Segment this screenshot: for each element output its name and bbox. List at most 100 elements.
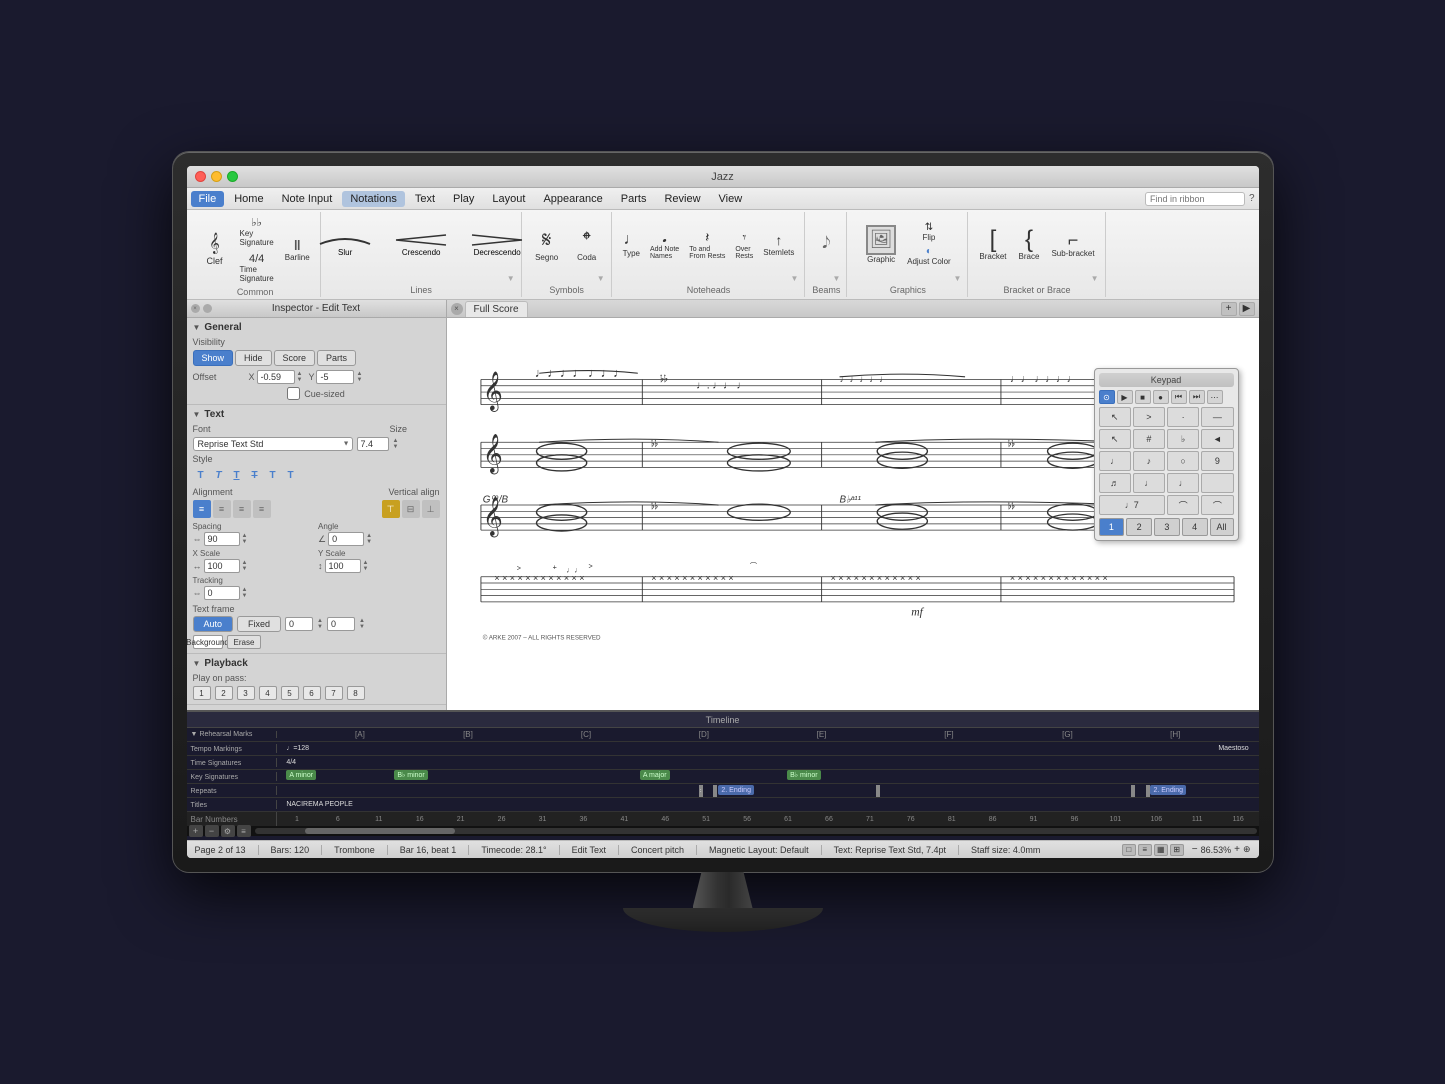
kp-btn-whole[interactable]: ○ — [1167, 451, 1199, 471]
pass-btn-2[interactable]: 2 — [215, 686, 233, 700]
score-content[interactable]: 𝄞 ♩♩♩♩ ♩♩♩ 𝄬𝄬 ♩. ♩♩ ♩ — [447, 318, 1259, 710]
view-mode-1-btn[interactable]: □ — [1122, 844, 1136, 856]
lines-expand-icon[interactable]: ▼ — [507, 274, 515, 283]
score-scroll-right-btn[interactable]: ▶ — [1239, 302, 1255, 316]
offset-y-input[interactable] — [316, 370, 354, 384]
inspector-close-btn[interactable]: × — [191, 304, 200, 313]
kp-btn-curve2[interactable]: ⌒ — [1201, 495, 1233, 515]
pass-btn-7[interactable]: 7 — [325, 686, 343, 700]
noteheads-expand-icon[interactable]: ▼ — [790, 274, 798, 283]
ribbon-search-input[interactable] — [1145, 192, 1245, 206]
y-scale-stepper[interactable]: ▲ ▼ — [363, 560, 369, 572]
kp-btn-quarter[interactable]: ♩ — [1099, 451, 1131, 471]
ribbon-btn-type[interactable]: ♩ Type — [619, 228, 644, 261]
menu-home[interactable]: Home — [226, 191, 271, 207]
kp-btn-note3[interactable]: ♩ — [1167, 473, 1199, 493]
align-left-btn[interactable]: ≡ — [193, 500, 211, 518]
ribbon-btn-clef[interactable]: 𝄞 Clef — [197, 230, 233, 269]
frame-fixed-btn[interactable]: Fixed — [237, 616, 281, 632]
score-tab-full-score[interactable]: Full Score — [465, 301, 528, 317]
menu-view[interactable]: View — [711, 191, 751, 207]
kp-all-btn[interactable]: All — [1210, 518, 1234, 536]
background-btn[interactable]: Background — [193, 635, 223, 649]
vert-align-mid-btn[interactable]: ⊟ — [402, 500, 420, 518]
style-underline-btn[interactable]: T — [229, 467, 245, 483]
menu-notations[interactable]: Notations — [342, 191, 404, 207]
tracking-input[interactable] — [204, 586, 240, 600]
menu-parts[interactable]: Parts — [613, 191, 655, 207]
spacing-input[interactable] — [204, 532, 240, 546]
menu-appearance[interactable]: Appearance — [535, 191, 610, 207]
kp-btn-gt[interactable]: > — [1133, 407, 1165, 427]
style-strikethrough-btn[interactable]: T — [247, 467, 263, 483]
kp-btn-back[interactable]: ◄ — [1201, 429, 1233, 449]
kp-ff-icon[interactable]: ⏭ — [1189, 390, 1205, 404]
timeline-remove-btn[interactable]: − — [205, 825, 219, 837]
help-icon[interactable]: ? — [1249, 193, 1255, 204]
kp-btn-arrow[interactable]: ↖ — [1099, 429, 1131, 449]
menu-play[interactable]: Play — [445, 191, 482, 207]
ribbon-btn-bracket[interactable]: [ Bracket — [975, 225, 1010, 264]
close-button[interactable] — [195, 171, 206, 182]
frame-height-input[interactable] — [327, 617, 355, 631]
ribbon-btn-add-note-names[interactable]: 𝅘 Add NoteNames — [646, 226, 683, 263]
ribbon-btn-coda[interactable]: 𝄌 Coda — [569, 224, 605, 265]
vert-align-top-btn[interactable]: ⊤ — [382, 500, 400, 518]
score-add-btn[interactable]: + — [1221, 302, 1237, 316]
kp-btn-note1[interactable]: ♬ — [1099, 473, 1131, 493]
ribbon-btn-flip[interactable]: ⇅ Flip — [904, 221, 954, 243]
ribbon-btn-time-signature[interactable]: 4/4 TimeSignature — [237, 251, 277, 285]
angle-input[interactable] — [328, 532, 364, 546]
vis-hide-btn[interactable]: Hide — [235, 350, 272, 366]
kp-btn-sharp[interactable]: # — [1133, 429, 1165, 449]
style-italic-btn[interactable]: T — [211, 467, 227, 483]
frame-auto-btn[interactable]: Auto — [193, 616, 234, 632]
graphics-expand-icon[interactable]: ▼ — [953, 274, 961, 283]
minimize-button[interactable] — [211, 171, 222, 182]
beams-expand-icon[interactable]: ▼ — [832, 274, 840, 283]
ribbon-btn-key-signature[interactable]: ♭♭ KeySignature — [237, 214, 277, 249]
ribbon-btn-brace[interactable]: { Brace — [1015, 225, 1044, 264]
kp-btn-dash[interactable]: — — [1201, 407, 1233, 427]
kp-num-3[interactable]: 3 — [1154, 518, 1180, 536]
vis-score-btn[interactable]: Score — [274, 350, 316, 366]
pass-btn-6[interactable]: 6 — [303, 686, 321, 700]
font-size-stepper[interactable]: ▲ ▼ — [393, 438, 399, 450]
kp-extra-icon[interactable]: ⋯ — [1207, 390, 1223, 404]
tracking-stepper[interactable]: ▲ ▼ — [242, 587, 248, 599]
erase-btn[interactable]: Erase — [227, 635, 262, 649]
maximize-button[interactable] — [227, 171, 238, 182]
style-bold-btn[interactable]: T — [193, 467, 209, 483]
timeline-settings-btn[interactable]: ⚙ — [221, 825, 235, 837]
view-mode-3-btn[interactable]: ▦ — [1154, 844, 1168, 856]
kp-record-icon[interactable]: ● — [1153, 390, 1169, 404]
ribbon-btn-segno[interactable]: 𝄋 Segno — [529, 224, 565, 265]
kp-play-icon[interactable]: ▶ — [1117, 390, 1133, 404]
kp-btn-9[interactable]: 9 — [1201, 451, 1233, 471]
view-mode-4-btn[interactable]: ⊞ — [1170, 844, 1184, 856]
align-center-btn[interactable]: ≡ — [213, 500, 231, 518]
ribbon-btn-decrescendo[interactable]: Decrescendo — [467, 232, 527, 257]
inspector-minimize-btn[interactable] — [203, 304, 212, 313]
offset-x-input[interactable] — [257, 370, 295, 384]
kp-btn-curve[interactable]: ⌒ — [1167, 495, 1199, 515]
kp-btn-dot[interactable]: · — [1167, 407, 1199, 427]
ribbon-btn-to-from-rests[interactable]: 𝄽 To andFrom Rests — [685, 226, 729, 263]
align-right-btn[interactable]: ≡ — [233, 500, 251, 518]
vis-parts-btn[interactable]: Parts — [317, 350, 356, 366]
zoom-out-btn[interactable]: − — [1192, 844, 1198, 855]
frame-height-stepper[interactable]: ▲ ▼ — [359, 618, 365, 630]
score-tab-close-btn[interactable]: × — [451, 303, 463, 315]
frame-width-stepper[interactable]: ▲ ▼ — [317, 618, 323, 630]
style-subscript-btn[interactable]: T — [283, 467, 299, 483]
ribbon-btn-adjust-color[interactable]: ◐ Adjust Color — [904, 245, 954, 267]
ribbon-btn-sub-bracket[interactable]: ⌐ Sub-bracket — [1047, 228, 1098, 261]
menu-file[interactable]: File — [191, 191, 225, 207]
symbols-expand-icon[interactable]: ▼ — [597, 274, 605, 283]
zoom-in-btn[interactable]: + — [1234, 844, 1240, 855]
font-select[interactable]: Reprise Text Std — [193, 437, 353, 451]
kp-num-1[interactable]: 1 — [1099, 518, 1125, 536]
x-scale-input[interactable] — [204, 559, 240, 573]
vis-show-btn[interactable]: Show — [193, 350, 234, 366]
kp-btn-empty[interactable] — [1201, 473, 1233, 493]
